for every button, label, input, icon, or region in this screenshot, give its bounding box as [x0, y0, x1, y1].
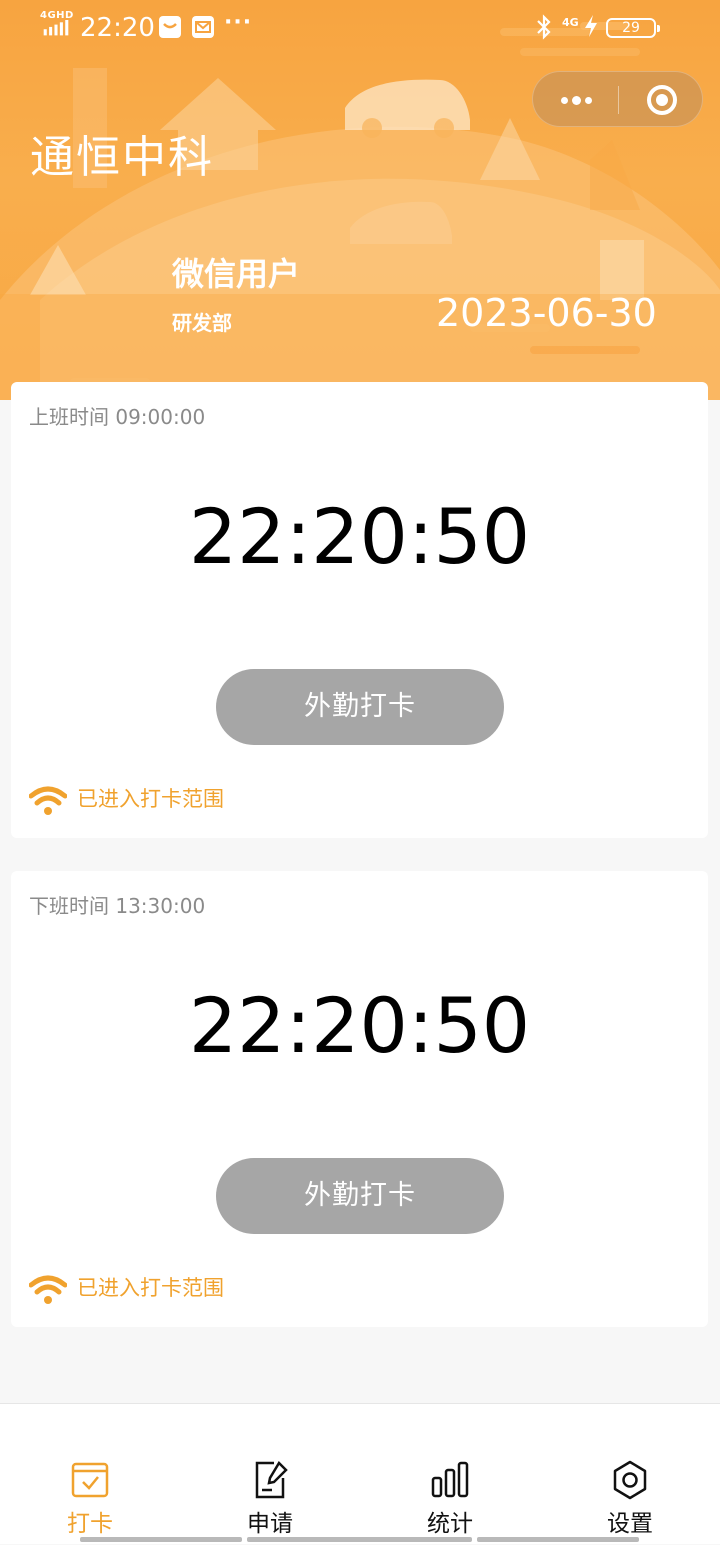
- more-icon[interactable]: [533, 72, 618, 128]
- miniprogram-capsule: [532, 71, 703, 127]
- live-clock: 22:20:50: [188, 981, 531, 1070]
- field-punch-button[interactable]: 外勤打卡: [216, 1158, 504, 1234]
- wifi-icon: [29, 1275, 67, 1304]
- settings-icon: [613, 1460, 647, 1500]
- signal-icon: [43, 20, 69, 36]
- network-4g: 4G: [562, 16, 579, 29]
- message-icon: [159, 16, 181, 38]
- status-bar: 4GHD 22:20 ··· 4G 29: [0, 0, 720, 58]
- tab-clock-in[interactable]: 打卡: [0, 1404, 180, 1545]
- status-time: 22:20: [80, 13, 155, 43]
- clock-in-icon: [71, 1462, 109, 1498]
- mail-icon: [192, 16, 214, 38]
- field-punch-button[interactable]: 外勤打卡: [216, 669, 504, 745]
- home-indicator: [477, 1537, 639, 1542]
- charging-icon: [584, 14, 598, 43]
- apply-icon: [255, 1460, 288, 1499]
- header-illustration: [0, 22, 720, 400]
- status-overflow: ···: [224, 10, 253, 35]
- clock-out-card: 下班时间 13:30:00 22:20:50 外勤打卡 已进入打卡范围: [11, 871, 708, 1327]
- live-clock: 22:20:50: [188, 492, 531, 581]
- bluetooth-icon: [536, 14, 552, 46]
- battery-icon: 29: [606, 18, 660, 38]
- user-name: 微信用户: [172, 255, 301, 293]
- tab-apply[interactable]: 申请: [180, 1404, 360, 1545]
- shift-start-label: 上班时间 09:00:00: [29, 405, 206, 429]
- bottom-tabbar: 打卡 申请 统计 设置: [0, 1403, 720, 1544]
- tab-settings[interactable]: 设置: [540, 1404, 720, 1545]
- current-date: 2023-06-30: [436, 291, 657, 335]
- shift-end-label: 下班时间 13:30:00: [29, 894, 206, 918]
- app-title: 通恒中科: [30, 132, 214, 183]
- wifi-icon: [29, 786, 67, 815]
- range-status-text: 已进入打卡范围: [77, 787, 224, 811]
- header-banner: 4GHD 22:20 ··· 4G 29 通恒中科 微信用户 研发部 2023-…: [0, 0, 720, 400]
- stats-icon: [431, 1461, 469, 1498]
- clock-in-card: 上班时间 09:00:00 22:20:50 外勤打卡 已进入打卡范围: [11, 382, 708, 838]
- close-miniprogram-icon[interactable]: [619, 72, 704, 128]
- tab-stats[interactable]: 统计: [360, 1404, 540, 1545]
- range-status-text: 已进入打卡范围: [77, 1276, 224, 1300]
- home-indicator: [80, 1537, 242, 1542]
- user-department: 研发部: [172, 311, 232, 335]
- home-indicator: [247, 1537, 472, 1542]
